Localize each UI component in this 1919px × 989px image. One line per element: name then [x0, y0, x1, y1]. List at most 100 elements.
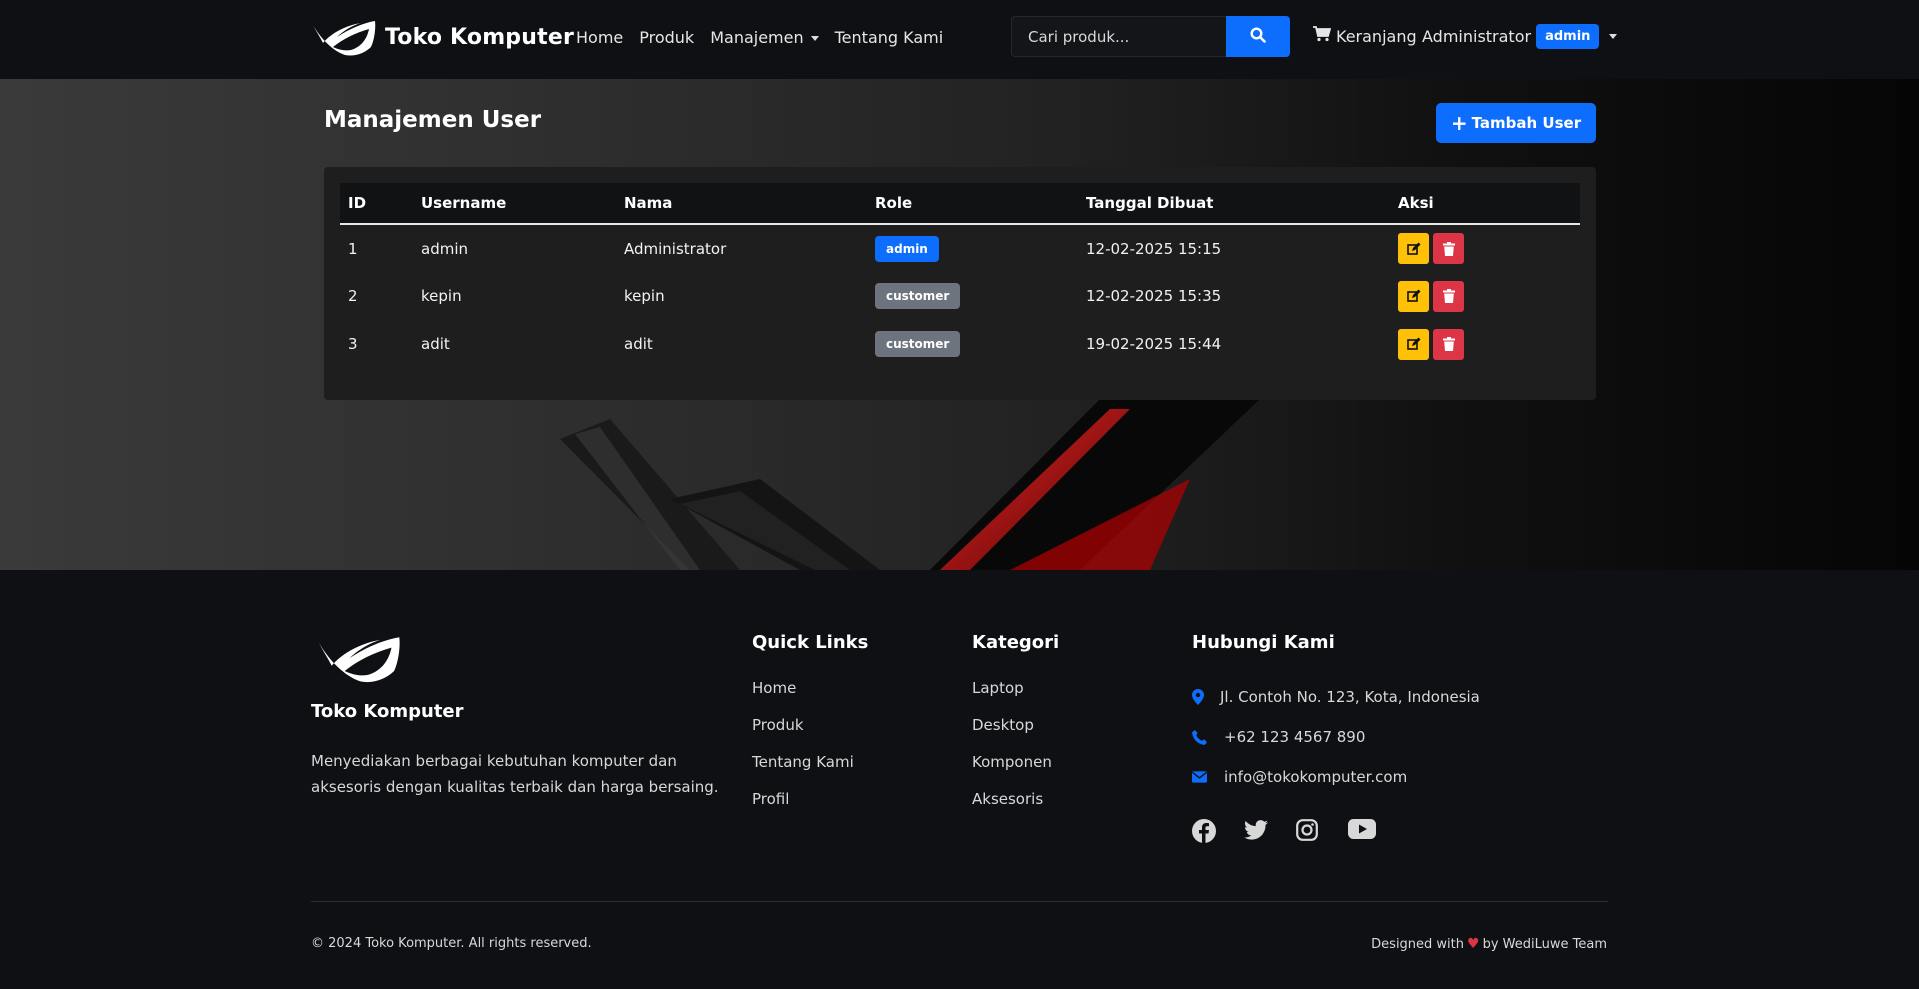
col-nama: Nama — [616, 183, 867, 225]
page-title: Manajemen User — [324, 107, 542, 133]
email-text: info@tokokomputer.com — [1224, 768, 1408, 786]
phone-icon — [1192, 729, 1224, 745]
col-tanggal: Tanggal Dibuat — [1078, 183, 1390, 225]
credit-suffix: by WediLuwe Team — [1482, 936, 1607, 952]
role-badge: customer — [875, 283, 961, 309]
cell-nama: kepin — [624, 287, 665, 305]
caret-down-icon — [810, 36, 819, 41]
search-button[interactable] — [1226, 16, 1290, 57]
nav-manajemen-dropdown[interactable]: Manajemen — [710, 28, 819, 47]
footer-link-profil[interactable]: Profil — [752, 790, 868, 827]
cell-actions — [1390, 224, 1580, 272]
footer-kategori: Kategori Laptop Desktop Komponen Aksesor… — [972, 632, 1059, 827]
rog-logo-icon — [311, 17, 377, 57]
nav-manajemen-label: Manajemen — [710, 28, 804, 47]
nav-tentang-kami[interactable]: Tentang Kami — [835, 28, 944, 47]
caret-down-icon — [1609, 34, 1618, 39]
search-form — [1011, 16, 1290, 57]
col-id: ID — [340, 183, 413, 225]
footer-link-aksesoris[interactable]: Aksesoris — [972, 790, 1059, 827]
footer-rog-logo-icon — [311, 632, 407, 688]
cell-created: 19-02-2025 15:44 — [1086, 335, 1222, 353]
nav-home[interactable]: Home — [576, 28, 623, 47]
twitter-icon[interactable] — [1244, 819, 1296, 847]
table-row: 2 kepin kepin customer 12-02-2025 15:35 — [340, 272, 1580, 320]
cell-created: 12-02-2025 15:15 — [1086, 239, 1222, 258]
footer-divider — [311, 901, 1608, 902]
users-card: ID Username Nama Role Tanggal Dibuat Aks… — [324, 167, 1596, 400]
cart-label: Keranjang — [1336, 26, 1417, 46]
role-badge: admin — [875, 235, 939, 262]
social-links — [1192, 819, 1480, 847]
plus-icon: + — [1450, 111, 1468, 135]
footer-description: Menyediakan berbagai kebutuhan komputer … — [311, 752, 719, 796]
trash-icon — [1442, 241, 1455, 256]
cell-actions — [1390, 320, 1580, 368]
map-marker-icon — [1192, 689, 1220, 705]
contact-title: Hubungi Kami — [1192, 632, 1335, 653]
cell-username: kepin — [421, 287, 462, 305]
search-input[interactable] — [1011, 16, 1226, 57]
cell-username: admin — [421, 239, 468, 258]
kategori-title: Kategori — [972, 632, 1060, 653]
table-header-row: ID Username Nama Role Tanggal Dibuat Aks… — [340, 183, 1580, 225]
user-dropdown[interactable]: Administrator admin — [1422, 24, 1618, 49]
footer-link-home[interactable]: Home — [752, 679, 868, 716]
cell-nama: Administrator — [624, 239, 727, 258]
cell-role: customer — [867, 272, 1078, 320]
cell-username: adit — [421, 335, 450, 353]
facebook-icon[interactable] — [1192, 819, 1244, 847]
edit-button[interactable] — [1398, 280, 1429, 312]
cell-id: 2 — [348, 287, 358, 305]
instagram-icon[interactable] — [1296, 819, 1348, 847]
cart-link[interactable]: Keranjang — [1313, 26, 1417, 46]
copyright: © 2024 Toko Komputer. All rights reserve… — [311, 936, 592, 951]
users-table: ID Username Nama Role Tanggal Dibuat Aks… — [340, 183, 1580, 368]
brand-name: Toko Komputer — [385, 24, 575, 50]
delete-button[interactable] — [1433, 280, 1464, 312]
footer-brand: Toko Komputer — [311, 701, 464, 722]
add-user-label: Tambah User — [1471, 114, 1582, 132]
quick-links-title: Quick Links — [752, 632, 869, 653]
heart-icon: ♥ — [1467, 936, 1480, 952]
nav-links: Home Produk Manajemen Tentang Kami — [576, 28, 959, 47]
col-role: Role — [867, 183, 1078, 225]
footer-contact: Hubungi Kami Jl. Contoh No. 123, Kota, I… — [1192, 632, 1480, 847]
edit-button[interactable] — [1398, 328, 1429, 360]
contact-phone: +62 123 4567 890 — [1192, 717, 1480, 757]
footer-link-tentang-kami[interactable]: Tentang Kami — [752, 753, 868, 790]
credit-prefix: Designed with — [1371, 936, 1465, 952]
delete-button[interactable] — [1433, 328, 1464, 360]
table-row: 1 admin Administrator admin 12-02-2025 1… — [340, 224, 1580, 272]
footer: Toko Komputer Menyediakan berbagai kebut… — [0, 570, 1919, 989]
footer-link-produk[interactable]: Produk — [752, 716, 868, 753]
edit-icon — [1406, 337, 1420, 350]
nav-produk[interactable]: Produk — [639, 28, 694, 47]
footer-link-komponen[interactable]: Komponen — [972, 753, 1059, 790]
edit-button[interactable] — [1398, 233, 1429, 264]
cell-id: 1 — [348, 239, 358, 258]
cell-created: 12-02-2025 15:35 — [1086, 287, 1222, 305]
footer-quick-links: Quick Links Home Produk Tentang Kami Pro… — [752, 632, 868, 827]
user-role-badge: admin — [1536, 24, 1600, 49]
contact-email: info@tokokomputer.com — [1192, 757, 1480, 797]
edit-icon — [1406, 289, 1420, 302]
col-username: Username — [413, 183, 616, 225]
col-aksi: Aksi — [1390, 183, 1580, 225]
cell-nama: adit — [624, 335, 653, 353]
contact-address: Jl. Contoh No. 123, Kota, Indonesia — [1192, 677, 1480, 717]
search-icon — [1250, 26, 1266, 47]
add-user-button[interactable]: + Tambah User — [1436, 103, 1596, 143]
role-badge: customer — [875, 331, 961, 357]
footer-link-laptop[interactable]: Laptop — [972, 679, 1059, 716]
youtube-icon[interactable] — [1348, 819, 1400, 847]
cell-role: customer — [867, 320, 1078, 368]
trash-icon — [1442, 289, 1455, 303]
cell-role: admin — [867, 224, 1078, 272]
footer-link-desktop[interactable]: Desktop — [972, 716, 1059, 753]
address-text: Jl. Contoh No. 123, Kota, Indonesia — [1220, 688, 1480, 706]
trash-icon — [1442, 337, 1455, 351]
delete-button[interactable] — [1433, 233, 1464, 264]
phone-text: +62 123 4567 890 — [1224, 728, 1366, 746]
brand[interactable]: Toko Komputer — [311, 17, 574, 57]
